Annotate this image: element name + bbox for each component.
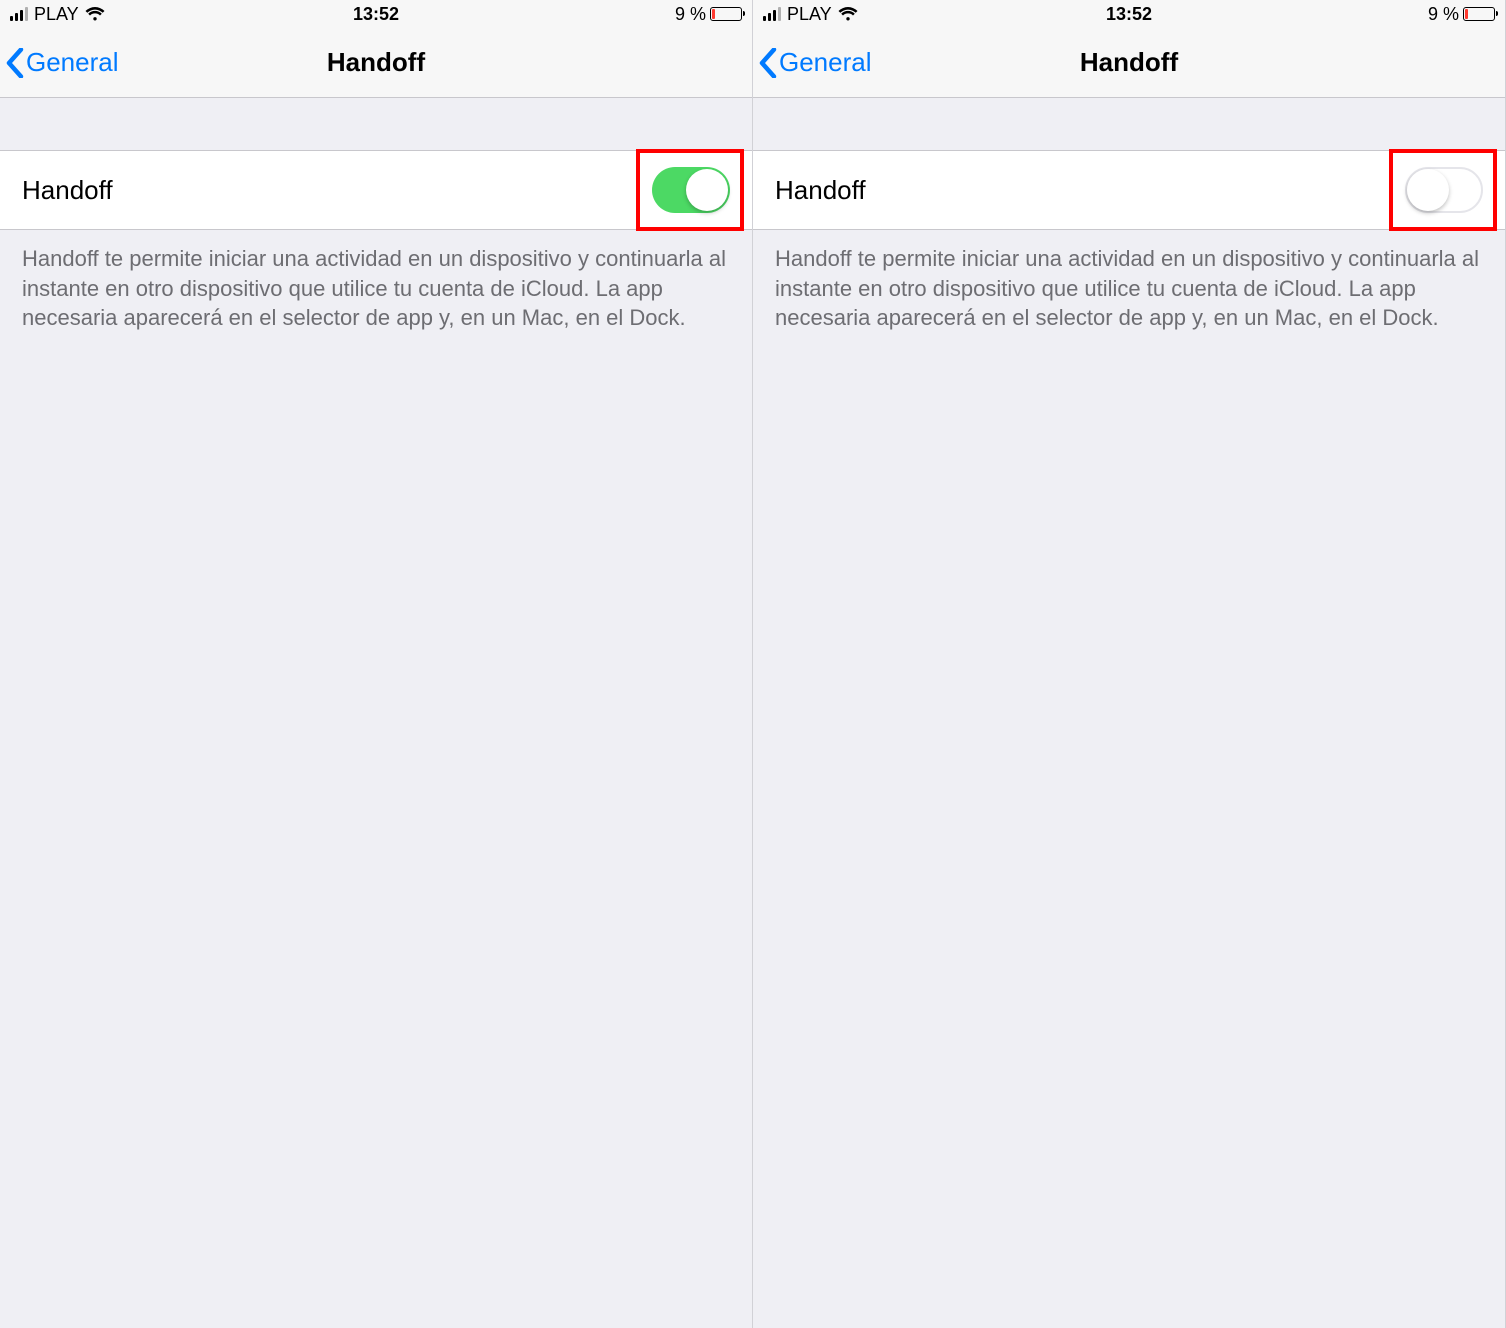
nav-bar: General Handoff — [0, 28, 752, 98]
back-label: General — [779, 47, 872, 78]
screen-right: PLAY 13:52 9 % General Handoff Handoff — [753, 0, 1506, 1328]
back-label: General — [26, 47, 119, 78]
handoff-description: Handoff te permite iniciar una actividad… — [753, 230, 1505, 333]
status-left: PLAY — [10, 4, 105, 25]
signal-icon — [10, 7, 28, 21]
handoff-toggle[interactable] — [652, 167, 730, 213]
nav-bar: General Handoff — [753, 28, 1505, 98]
toggle-wrap — [652, 167, 730, 213]
wifi-icon — [85, 7, 105, 21]
carrier-label: PLAY — [787, 4, 832, 25]
screen-left: PLAY 13:52 9 % General Handoff Handoff — [0, 0, 753, 1328]
handoff-row: Handoff — [753, 150, 1505, 230]
status-left: PLAY — [763, 4, 858, 25]
toggle-knob — [1407, 169, 1449, 211]
battery-icon — [710, 7, 742, 21]
battery-percent-label: 9 % — [675, 4, 706, 25]
status-time: 13:52 — [353, 4, 399, 25]
carrier-label: PLAY — [34, 4, 79, 25]
toggle-knob — [686, 169, 728, 211]
status-right: 9 % — [1428, 4, 1495, 25]
handoff-label: Handoff — [775, 175, 866, 206]
handoff-description: Handoff te permite iniciar una actividad… — [0, 230, 752, 333]
handoff-row: Handoff — [0, 150, 752, 230]
handoff-toggle[interactable] — [1405, 167, 1483, 213]
back-button[interactable]: General — [0, 47, 119, 78]
status-bar: PLAY 13:52 9 % — [753, 0, 1505, 28]
wifi-icon — [838, 7, 858, 21]
handoff-label: Handoff — [22, 175, 113, 206]
status-right: 9 % — [675, 4, 742, 25]
nav-title: Handoff — [327, 47, 425, 78]
chevron-left-icon — [759, 48, 777, 78]
back-button[interactable]: General — [753, 47, 872, 78]
battery-percent-label: 9 % — [1428, 4, 1459, 25]
chevron-left-icon — [6, 48, 24, 78]
signal-icon — [763, 7, 781, 21]
settings-group: Handoff Handoff te permite iniciar una a… — [753, 150, 1505, 333]
nav-title: Handoff — [1080, 47, 1178, 78]
settings-group: Handoff Handoff te permite iniciar una a… — [0, 150, 752, 333]
toggle-wrap — [1405, 167, 1483, 213]
status-bar: PLAY 13:52 9 % — [0, 0, 752, 28]
status-time: 13:52 — [1106, 4, 1152, 25]
battery-icon — [1463, 7, 1495, 21]
